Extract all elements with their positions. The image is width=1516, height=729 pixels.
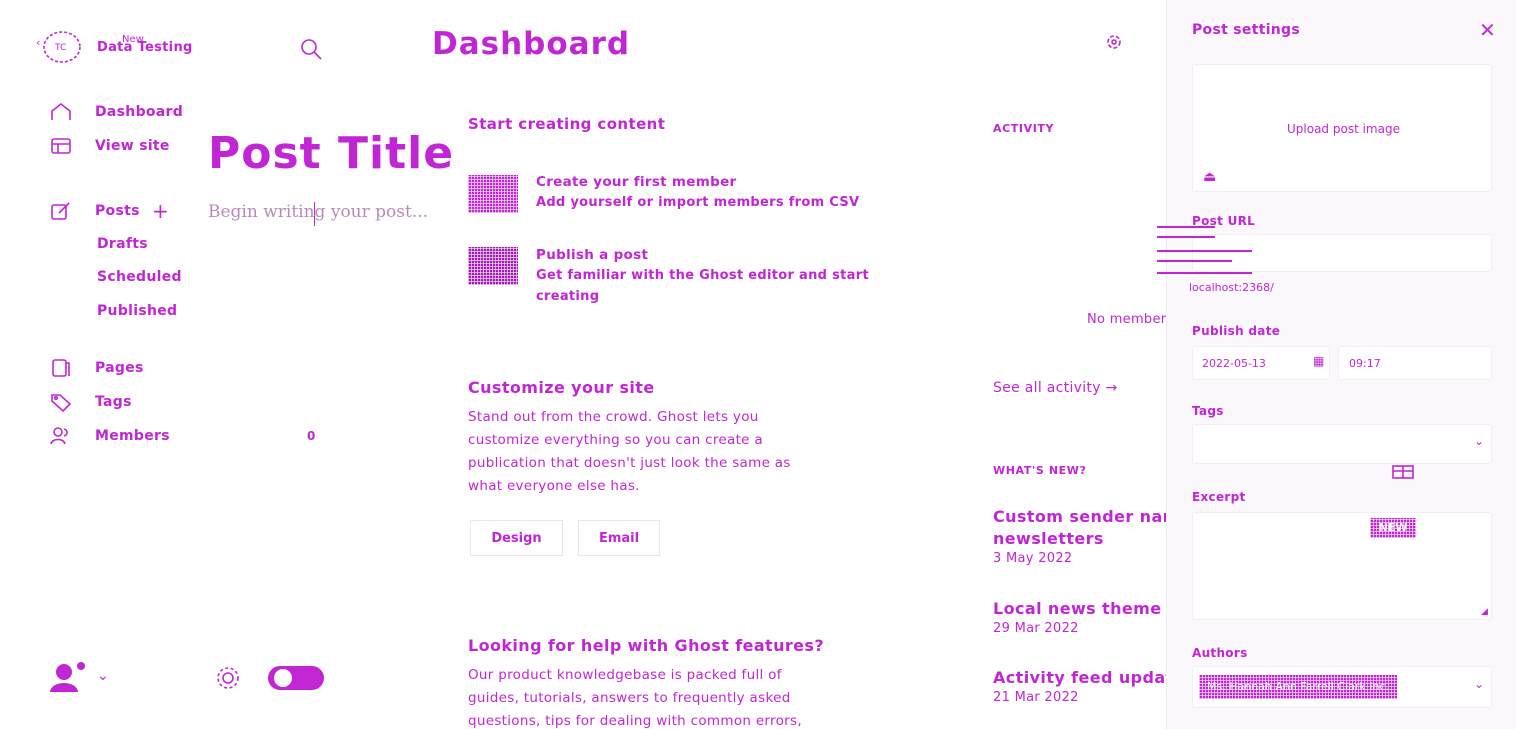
- help-line: Our product knowledgebase is packed full…: [468, 667, 782, 683]
- post-title[interactable]: Post Title: [208, 128, 454, 179]
- back-chevron-icon[interactable]: ‹: [36, 36, 40, 49]
- help-line: guides, tutorials, answers to frequently…: [468, 690, 791, 706]
- sidebar-item-members[interactable]: Members 0: [50, 426, 330, 448]
- text-cursor: [314, 202, 315, 226]
- date-value: 2022-05-13: [1202, 357, 1266, 370]
- card-desc: Get familiar with the Ghost editor and s…: [536, 268, 869, 283]
- customize-body: Stand out from the crowd. Ghost lets you…: [468, 406, 888, 498]
- help-body: Our product knowledgebase is packed full…: [468, 664, 888, 729]
- url-preview: localhost:2368/: [1189, 281, 1274, 294]
- help-line: questions, tips for dealing with common …: [468, 713, 802, 729]
- member-card-icon: [468, 175, 518, 213]
- gift-icon[interactable]: [1391, 460, 1415, 480]
- new-badge-text: NEW: [1378, 521, 1408, 534]
- time-value: 09:17: [1349, 357, 1381, 370]
- members-icon: [50, 427, 68, 445]
- help-title: Looking for help with Ghost features?: [468, 636, 825, 655]
- customize-line: Stand out from the crowd. Ghost lets you: [468, 409, 759, 425]
- browser-icon: [51, 138, 71, 154]
- email-button[interactable]: Email: [578, 520, 660, 556]
- sidebar-item-view-site[interactable]: View site: [50, 136, 200, 158]
- gift-icon-svg: [1392, 465, 1414, 479]
- panel-title: Post settings: [1192, 22, 1301, 38]
- user-avatar-icon: [50, 662, 85, 692]
- excerpt-textarea[interactable]: ◢: [1192, 512, 1492, 620]
- site-logo[interactable]: TC: [42, 30, 82, 64]
- sidebar-item-drafts[interactable]: Drafts: [97, 236, 148, 252]
- authors-input[interactable]: Ms. Hannah Ann Farrell Clark Inc. ⌄: [1192, 666, 1492, 708]
- tags-input[interactable]: ⌄: [1192, 424, 1492, 464]
- upload-icon: ⏏: [1203, 169, 1217, 185]
- card-desc: Add yourself or import members from CSV: [536, 195, 860, 210]
- publish-post-card[interactable]: Publish a post Get familiar with the Gho…: [468, 245, 898, 311]
- upload-label: Upload post image: [1287, 122, 1400, 136]
- svg-text:TC: TC: [54, 43, 66, 53]
- authors-label: Authors: [1192, 646, 1248, 660]
- new-badge: NEW: [1370, 518, 1416, 538]
- tag-icon: [51, 394, 72, 412]
- pages-icon: [52, 359, 70, 377]
- sidebar-item-label: Members: [95, 428, 170, 444]
- sidebar-item-pages[interactable]: Pages: [50, 358, 200, 380]
- publish-date-label: Publish date: [1192, 324, 1281, 338]
- chevron-down-icon: ⌄: [1474, 434, 1485, 448]
- sidebar-item-tags[interactable]: Tags: [50, 392, 200, 414]
- design-button[interactable]: Design: [470, 520, 563, 556]
- publish-date-input[interactable]: 2022-05-13 ▦: [1192, 346, 1330, 380]
- sidebar-item-scheduled[interactable]: Scheduled: [97, 269, 182, 285]
- card-title: Publish a post: [536, 247, 649, 263]
- chevron-down-icon[interactable]: ⌄: [97, 668, 109, 684]
- sidebar-item-label: Dashboard: [95, 104, 184, 120]
- calendar-icon: ▦: [1313, 354, 1325, 368]
- search-button[interactable]: [298, 36, 324, 62]
- create-member-card[interactable]: Create your first member Add yourself or…: [468, 172, 898, 220]
- site-title[interactable]: Data Testing: [97, 40, 193, 55]
- activity-icon[interactable]: [1104, 32, 1124, 52]
- sidebar-item-published[interactable]: Published: [97, 303, 177, 319]
- sidebar-item-dashboard[interactable]: Dashboard: [50, 102, 200, 124]
- customize-line: customize everything so you can create a: [468, 432, 763, 448]
- site-logo-icon: TC: [43, 31, 81, 63]
- customize-title: Customize your site: [468, 378, 655, 397]
- chevron-down-icon: ⌄: [1474, 677, 1485, 691]
- excerpt-label: Excerpt: [1192, 490, 1246, 504]
- page-title: Dashboard: [432, 26, 631, 62]
- author-chip[interactable]: Ms. Hannah Ann Farrell Clark Inc.: [1199, 675, 1397, 699]
- sidebar-item-posts[interactable]: Posts +: [50, 199, 200, 223]
- sidebar-item-label: Pages: [95, 360, 144, 376]
- upload-image-area[interactable]: Upload post image ⏏: [1192, 64, 1492, 192]
- refresh-icon: [1107, 35, 1121, 49]
- edit-icon: [51, 202, 70, 220]
- home-icon: [51, 102, 71, 120]
- sidebar-item-label: Posts: [95, 203, 140, 219]
- customize-line: what everyone else has.: [468, 478, 640, 494]
- post-card-icon: [468, 247, 518, 285]
- card-title: Create your first member: [536, 174, 737, 190]
- post-settings-panel: Post settings ✕ Upload post image ⏏ Post…: [1157, 0, 1516, 729]
- sidebar-item-label: Tags: [95, 394, 132, 410]
- start-section-title: Start creating content: [468, 115, 666, 133]
- gear-icon: [217, 667, 239, 689]
- dark-mode-toggle[interactable]: [268, 666, 324, 690]
- url-placeholder-lines: [1157, 226, 1257, 276]
- activity-label: ACTIVITY: [993, 122, 1055, 135]
- customize-line: publication that doesn't just look the s…: [468, 455, 791, 471]
- search-icon: [301, 39, 322, 60]
- user-avatar[interactable]: [48, 660, 88, 694]
- new-post-plus-icon[interactable]: +: [152, 199, 169, 223]
- publish-time-input[interactable]: 09:17: [1338, 346, 1492, 380]
- card-desc-cont: creating: [536, 289, 600, 304]
- toggle-knob: [274, 669, 292, 687]
- see-all-activity-link[interactable]: See all activity →: [993, 380, 1118, 396]
- resize-handle-icon: ◢: [1481, 607, 1488, 617]
- settings-button[interactable]: [214, 665, 242, 691]
- post-body-input[interactable]: Begin writing your post...: [208, 202, 428, 222]
- close-icon[interactable]: ✕: [1479, 18, 1496, 42]
- tags-label: Tags: [1192, 404, 1224, 418]
- whats-new-label: WHAT'S NEW?: [993, 464, 1087, 477]
- members-count: 0: [307, 429, 316, 443]
- sidebar: TC ‹ New Data Testing Dashboard View sit…: [0, 0, 324, 729]
- sidebar-item-label: View site: [95, 138, 170, 154]
